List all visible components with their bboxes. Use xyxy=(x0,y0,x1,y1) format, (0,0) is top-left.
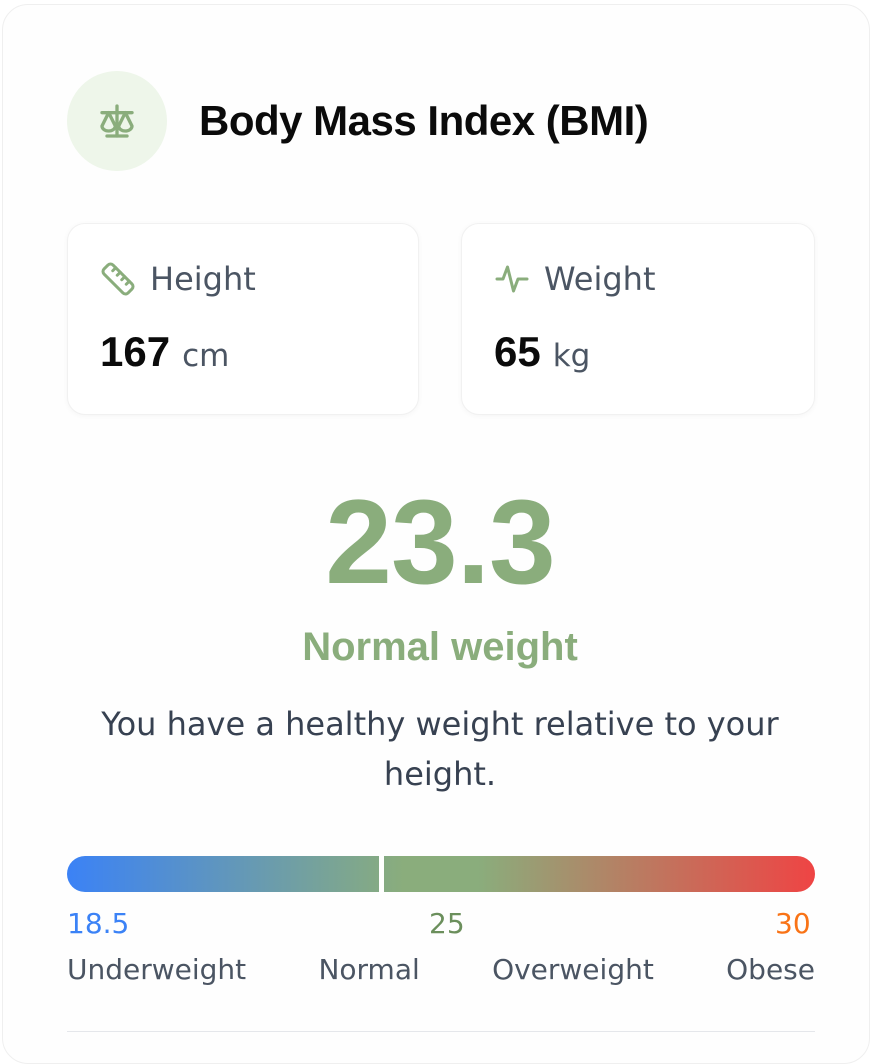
weight-value: 65 xyxy=(494,328,541,375)
weight-unit: kg xyxy=(552,338,591,374)
header-icon-badge xyxy=(67,71,167,171)
height-label: Height xyxy=(150,260,256,298)
card-title: Body Mass Index (BMI) xyxy=(199,97,649,144)
ruler-icon xyxy=(101,262,135,296)
weight-value-row: 65 kg xyxy=(494,328,590,376)
scale-label-obese: Obese xyxy=(726,953,815,986)
threshold-underweight: 18.5 xyxy=(67,907,130,940)
weight-metric-card: Weight 65 kg xyxy=(461,223,815,415)
threshold-overweight: 25 xyxy=(429,907,465,940)
bmi-scale-bar xyxy=(67,854,815,894)
scale-label-overweight: Overweight xyxy=(492,953,654,986)
scale-balance-icon xyxy=(100,104,134,138)
section-divider xyxy=(67,1031,815,1032)
scale-label-normal: Normal xyxy=(318,953,420,986)
height-value-row: 167 cm xyxy=(100,328,229,376)
weight-label: Weight xyxy=(544,260,656,298)
height-unit: cm xyxy=(182,338,230,374)
bmi-scale-marker xyxy=(379,854,384,894)
height-value: 167 xyxy=(100,328,171,375)
threshold-obese: 30 xyxy=(775,907,811,940)
bmi-description: You have a healthy weight relative to yo… xyxy=(101,705,779,793)
scale-label-underweight: Underweight xyxy=(67,953,247,986)
weight-metric-header: Weight xyxy=(494,260,655,298)
height-metric-header: Height xyxy=(100,260,256,298)
bmi-header: Body Mass Index (BMI) xyxy=(67,71,649,171)
bmi-value: 23.3 xyxy=(325,475,556,609)
height-metric-card: Height 167 cm xyxy=(67,223,419,415)
bmi-category: Normal weight xyxy=(302,625,578,669)
activity-pulse-icon xyxy=(495,265,529,293)
scale-labels: Underweight Normal Overweight Obese xyxy=(67,953,815,986)
bmi-card: Body Mass Index (BMI) Height 167 cm Weig… xyxy=(2,4,870,1064)
